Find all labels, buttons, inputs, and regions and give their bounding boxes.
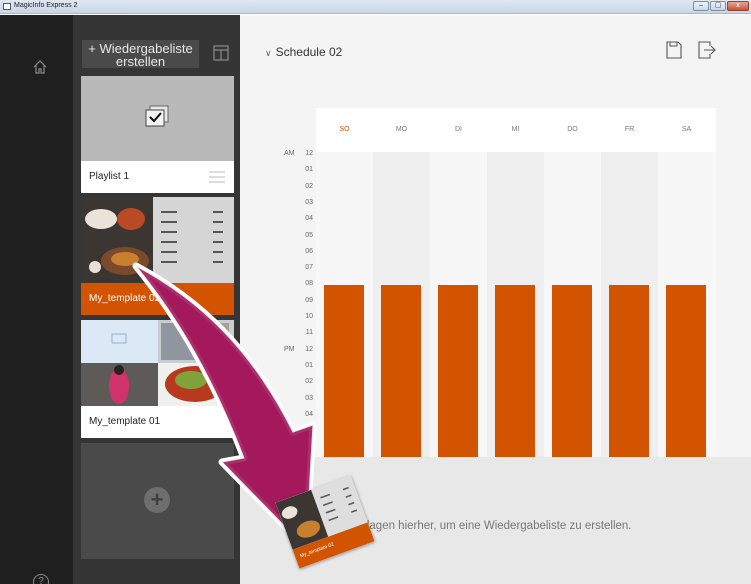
playlist-thumbnail (81, 76, 234, 161)
schedule-grid[interactable] (316, 152, 716, 457)
playlist-label: Playlist 1 (89, 171, 130, 182)
day-column (658, 152, 715, 457)
schedule-title[interactable]: ∨ Schedule 02 (265, 45, 342, 59)
save-icon[interactable] (666, 41, 682, 59)
window-titlebar: MagicInfo Express 2 – ▢ x (0, 0, 751, 14)
day-monday: MO (395, 126, 408, 133)
export-icon[interactable] (698, 41, 716, 59)
day-tuesday: DI (455, 126, 462, 133)
template-card-selected[interactable]: My_template 02 (81, 197, 234, 315)
app-icon (3, 3, 11, 10)
weekday-header: SO MO DI MI DO FR SA (316, 108, 716, 152)
home-icon[interactable] (32, 59, 48, 75)
plus-icon: + (144, 487, 170, 513)
schedule-block[interactable] (324, 285, 364, 457)
schedule-block[interactable] (666, 285, 706, 457)
template-thumbnail (81, 197, 234, 283)
day-saturday: SA (681, 126, 692, 133)
pm-label: PM (284, 345, 295, 353)
playlist-panel: + Wiedergabeliste erstellen Playlist 1 M… (73, 15, 240, 584)
schedule-block[interactable] (609, 285, 649, 457)
template-card[interactable]: My_template 01 (81, 320, 234, 438)
help-icon[interactable]: ? (33, 574, 49, 584)
day-column (487, 152, 544, 457)
chevron-down-icon: ∨ (265, 48, 272, 58)
day-column (316, 152, 373, 457)
day-column (373, 152, 430, 457)
drop-hint: e Vorlagen hierher, um eine Wiedergabeli… (340, 520, 632, 532)
day-column (430, 152, 487, 457)
layout-icon[interactable] (213, 45, 229, 61)
add-playlist-button[interactable]: + Wiedergabeliste erstellen (82, 40, 199, 68)
day-wednesday: MI (511, 126, 520, 133)
maximize-button[interactable]: ▢ (710, 1, 726, 11)
template-label: My_template 01 (89, 416, 161, 427)
add-content-tile[interactable]: + (81, 443, 234, 559)
nav-rail: ? (0, 15, 73, 584)
schedule-block[interactable] (381, 285, 421, 457)
day-sunday: SO (339, 126, 350, 133)
window-title: MagicInfo Express 2 (14, 2, 78, 9)
am-label: AM (284, 150, 295, 157)
day-thursday: DO (567, 126, 578, 133)
collage-template-preview (81, 320, 234, 406)
menu-icon[interactable] (209, 171, 225, 183)
check-icon (145, 105, 169, 127)
schedule-block[interactable] (495, 285, 535, 457)
day-column (601, 152, 658, 457)
day-friday: FR (624, 126, 635, 133)
schedule-name: Schedule 02 (275, 45, 343, 59)
playlist-card[interactable]: Playlist 1 (81, 76, 234, 193)
schedule-block[interactable] (552, 285, 592, 457)
template-label: My_template 02 (89, 293, 161, 304)
menu-template-preview (81, 197, 234, 283)
schedule-block[interactable] (438, 285, 478, 457)
minimize-button[interactable]: – (693, 1, 709, 11)
template-thumbnail (81, 320, 234, 406)
close-button[interactable]: x (727, 1, 749, 11)
day-column (544, 152, 601, 457)
